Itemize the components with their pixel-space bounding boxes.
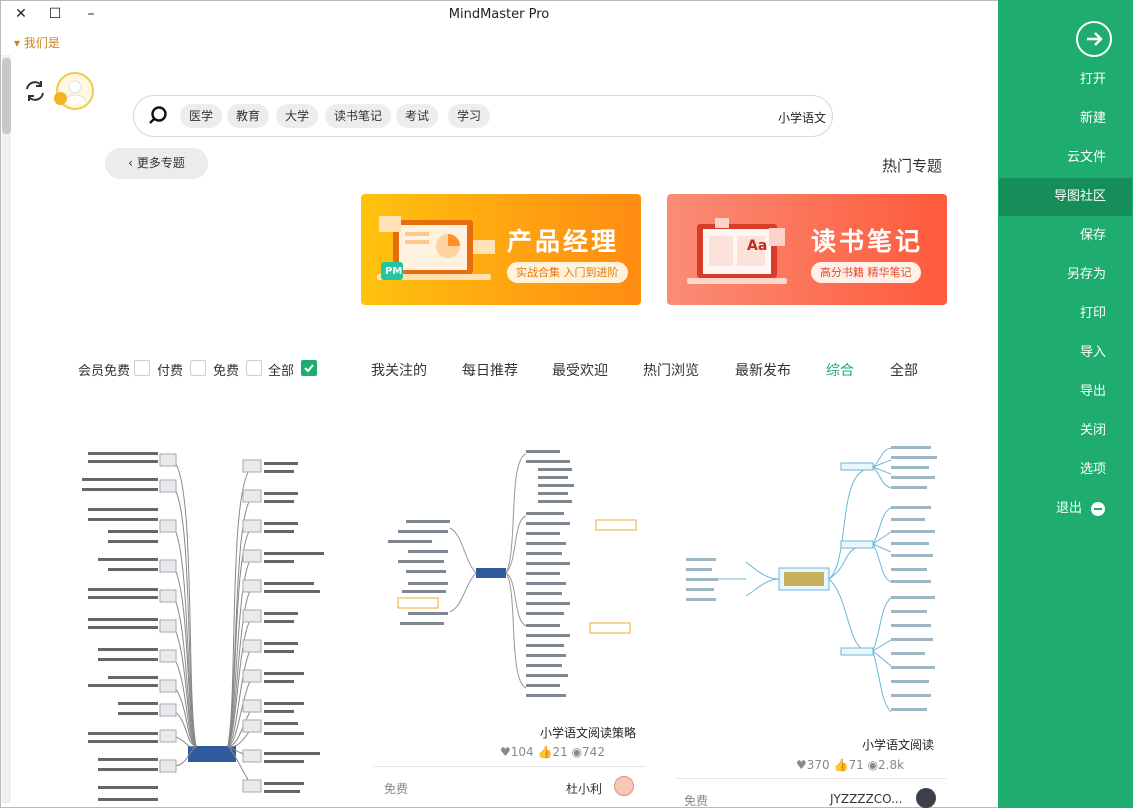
sidebar-item-save[interactable]: 保存 — [999, 217, 1132, 255]
chevron-left-icon: ‹ — [128, 156, 133, 170]
sidebar-item-print[interactable]: 打印 — [999, 295, 1132, 333]
card-divider — [676, 778, 946, 779]
search-tag[interactable]: 读书笔记 — [325, 104, 392, 128]
favorite-count: 370 — [806, 758, 830, 772]
vip-badge-icon — [54, 92, 67, 105]
filter-tab[interactable]: 每日推荐 — [462, 360, 518, 380]
title-bar: ✕ ☐ – MindMaster Pro — [0, 0, 998, 30]
like-count: 21 — [552, 745, 568, 759]
sidebar-item-open[interactable]: 打开 — [999, 61, 1132, 99]
favorite-count: 104 — [510, 745, 534, 759]
like-icon: 👍 — [537, 745, 553, 759]
banner-title: 产品经理 — [507, 227, 620, 256]
price-option-label: 付费 — [157, 364, 184, 379]
price-option-label: 免费 — [213, 364, 240, 379]
search-input[interactable]: 小学语文 — [760, 109, 826, 126]
sync-icon[interactable] — [22, 78, 48, 104]
sidebar-item-close[interactable]: 关闭 — [999, 412, 1132, 450]
sidebar-item-options[interactable]: 选项 — [999, 451, 1132, 489]
card-title[interactable]: 小学语文阅读 — [862, 736, 934, 753]
filter-tab[interactable]: 全部 — [890, 360, 918, 380]
favorite-icon: ♥ — [500, 745, 511, 759]
mindmap-thumbnail[interactable] — [378, 440, 646, 710]
view-icon: ◉ — [571, 745, 583, 759]
search-tag[interactable]: 大学 — [276, 104, 319, 128]
card-divider — [374, 766, 646, 767]
price-option-label: 会员免费 — [78, 364, 131, 379]
sidebar-item-cloud[interactable]: 云文件 — [999, 139, 1132, 177]
like-count: 71 — [848, 758, 864, 772]
arrow-right-icon — [1087, 32, 1103, 46]
sidebar-item-save-as[interactable]: 另存为 — [999, 256, 1132, 294]
banner-reading-notes[interactable]: Aa 读书笔记 高分书籍 精华笔记 — [667, 194, 947, 305]
search-tag[interactable]: 考试 — [396, 104, 439, 128]
sidebar-item-import[interactable]: 导入 — [999, 334, 1132, 372]
search-tag[interactable]: 医学 — [180, 104, 223, 128]
price-free-checkbox[interactable] — [246, 360, 262, 376]
banner-subtitle: 高分书籍 精华笔记 — [811, 262, 921, 283]
filter-tab[interactable]: 热门浏览 — [643, 360, 699, 380]
checkmark-icon — [304, 364, 314, 373]
window-title: MindMaster Pro — [448, 7, 550, 22]
sidebar-item-new[interactable]: 新建 — [999, 100, 1132, 138]
user-menu-link[interactable]: ▾ 我们是 — [14, 34, 60, 51]
card-price: 免费 — [384, 782, 409, 796]
banner-icon-text: Aa — [747, 238, 768, 254]
book-laptop-icon — [687, 218, 787, 284]
user-menu-label: 我们是 — [23, 36, 60, 50]
search-tag[interactable]: 学习 — [448, 104, 491, 128]
mindmap-thumbnail[interactable] — [676, 440, 946, 720]
search-tag[interactable]: 教育 — [227, 104, 270, 128]
like-icon: 👍 — [833, 758, 849, 772]
more-topics-label: 更多专题 — [136, 156, 185, 170]
card-stats: ♥104 👍21 ◉742 — [500, 745, 605, 759]
author-avatar[interactable] — [916, 788, 936, 808]
view-icon: ◉ — [867, 758, 879, 772]
price-paid-checkbox[interactable] — [190, 360, 206, 376]
favorite-icon: ♥ — [796, 758, 807, 772]
mindmap-thumbnail[interactable] — [78, 440, 350, 808]
banner-subtitle: 实战合集 入门到进阶 — [507, 262, 628, 283]
sidebar-item-community[interactable]: 导图社区 — [999, 178, 1132, 216]
card-stats: ♥370 👍71 ◉2.8k — [796, 758, 904, 772]
back-arrow-button[interactable] — [1076, 21, 1112, 57]
card-author[interactable]: JYZZZZCO... — [830, 792, 903, 806]
sidebar-item-export[interactable]: 导出 — [999, 373, 1132, 411]
view-count: 2.8k — [878, 758, 905, 772]
banner-product-manager[interactable]: PM 产品经理 实战合集 入门到进阶 — [361, 194, 641, 305]
scrollbar-track[interactable] — [2, 55, 11, 803]
banner-title: 读书笔记 — [811, 227, 924, 256]
sidebar-item-exit[interactable]: 退出 — [999, 490, 1132, 528]
author-avatar[interactable] — [614, 776, 634, 796]
price-option-label: 全部 — [268, 364, 295, 379]
filter-tab[interactable]: 最新发布 — [735, 360, 791, 380]
scrollbar-thumb[interactable] — [2, 58, 11, 134]
price-all-checkbox[interactable] — [301, 360, 317, 376]
filter-tab-active[interactable]: 综合 — [826, 360, 854, 380]
hot-topics-heading: 热门专题 — [882, 157, 943, 175]
card-price: 免费 — [684, 794, 709, 808]
more-topics-button[interactable]: ‹ 更多专题 — [105, 148, 208, 179]
filter-tab[interactable]: 我关注的 — [371, 360, 427, 380]
card-author[interactable]: 杜小利 — [566, 780, 602, 797]
filter-tab[interactable]: 最受欢迎 — [552, 360, 608, 380]
search-icon[interactable] — [147, 105, 169, 127]
price-member-checkbox[interactable] — [134, 360, 150, 376]
view-count: 742 — [582, 745, 605, 759]
card-title[interactable]: 小学语文阅读策略 — [540, 724, 636, 741]
exit-icon — [1091, 502, 1105, 516]
banner-icon-text: PM — [385, 266, 403, 277]
